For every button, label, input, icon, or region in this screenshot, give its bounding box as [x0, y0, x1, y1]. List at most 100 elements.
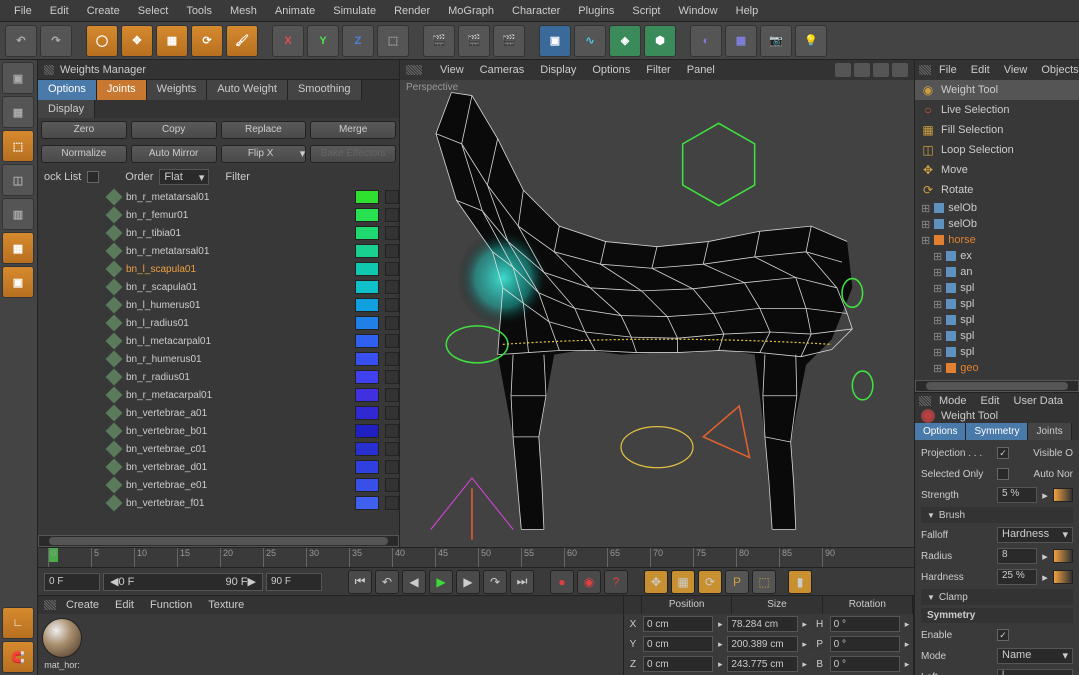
obj-menu-file[interactable]: File: [933, 62, 963, 78]
joint-lock-icon[interactable]: [385, 334, 399, 348]
joint-row[interactable]: bn_vertebrae_b01: [38, 422, 399, 440]
timeline[interactable]: 051015202530354045505560657075808590: [38, 547, 914, 567]
joint-lock-icon[interactable]: [385, 244, 399, 258]
nurbs-button[interactable]: ◈: [609, 25, 641, 57]
rotation-input[interactable]: 0 °: [830, 656, 900, 672]
viewport-canvas[interactable]: [400, 80, 914, 547]
tool-loop-selection[interactable]: ◫Loop Selection: [915, 140, 1079, 160]
attr-menu-mode[interactable]: Mode: [933, 393, 973, 409]
snap-button[interactable]: 🧲: [2, 641, 34, 673]
material-item[interactable]: mat_hor:: [42, 618, 82, 670]
move-button[interactable]: ✥: [121, 25, 153, 57]
joint-row[interactable]: bn_r_metacarpal01: [38, 386, 399, 404]
flip-x-button[interactable]: Flip X ▾: [221, 145, 307, 163]
edge-mode-button[interactable]: ◫: [2, 164, 34, 196]
joint-row[interactable]: bn_r_femur01: [38, 206, 399, 224]
goto-end-button[interactable]: ⏭: [510, 570, 534, 594]
joint-row[interactable]: bn_r_humerus01: [38, 350, 399, 368]
deformer-button[interactable]: ◐: [690, 25, 722, 57]
menu-edit[interactable]: Edit: [41, 2, 78, 20]
lock-list-check[interactable]: [87, 171, 99, 183]
size-input[interactable]: 200.389 cm: [727, 636, 797, 652]
joint-row[interactable]: bn_vertebrae_f01: [38, 494, 399, 512]
expand-icon[interactable]: ⊞: [933, 362, 942, 375]
auto-mirror-button[interactable]: Auto Mirror: [131, 145, 217, 163]
weights-tab-joints[interactable]: Joints: [97, 80, 147, 100]
menu-file[interactable]: File: [5, 2, 41, 20]
axis-x-button[interactable]: X: [272, 25, 304, 57]
joint-row[interactable]: bn_r_scapula01: [38, 278, 399, 296]
expand-icon[interactable]: ⊞: [933, 266, 942, 279]
key-param-button[interactable]: P: [725, 570, 749, 594]
vp-menu-view[interactable]: View: [432, 62, 472, 78]
workplane-button[interactable]: ▣: [2, 266, 34, 298]
object-row[interactable]: ⊞spl: [915, 328, 1079, 344]
attr-menu-edit[interactable]: Edit: [975, 393, 1006, 409]
mat-menu-texture[interactable]: Texture: [202, 597, 250, 613]
menu-tools[interactable]: Tools: [177, 2, 221, 20]
light-button[interactable]: 💡: [795, 25, 827, 57]
projection-check[interactable]: [997, 447, 1009, 459]
bake-effectors-button[interactable]: Bake Effectors: [310, 145, 396, 163]
menu-mesh[interactable]: Mesh: [221, 2, 266, 20]
falloff-select[interactable]: Hardness▾: [997, 527, 1073, 543]
clamp-section[interactable]: Clamp: [921, 589, 1073, 605]
radius-slider[interactable]: [1053, 549, 1073, 563]
expand-icon[interactable]: ⊞: [933, 298, 942, 311]
expand-icon[interactable]: ⊞: [921, 202, 930, 215]
viewport-icon-2[interactable]: [854, 63, 870, 77]
prev-key-button[interactable]: ↶: [375, 570, 399, 594]
attr-tab-joints[interactable]: Joints: [1028, 423, 1071, 440]
size-input[interactable]: 78.284 cm: [727, 616, 797, 632]
tool-fill-selection[interactable]: ▦Fill Selection: [915, 120, 1079, 140]
menu-select[interactable]: Select: [129, 2, 178, 20]
axis-y-button[interactable]: Y: [307, 25, 339, 57]
joint-row[interactable]: bn_l_radius01: [38, 314, 399, 332]
menu-mograph[interactable]: MoGraph: [439, 2, 503, 20]
menu-render[interactable]: Render: [385, 2, 439, 20]
object-row[interactable]: ⊞spl: [915, 344, 1079, 360]
object-row[interactable]: ⊞spl: [915, 280, 1079, 296]
axis-widget-button[interactable]: ∟: [2, 607, 34, 639]
menu-window[interactable]: Window: [670, 2, 727, 20]
display-tab[interactable]: Display: [38, 100, 95, 118]
brush-section[interactable]: Brush: [921, 507, 1073, 523]
joint-row[interactable]: bn_r_metatarsal01: [38, 188, 399, 206]
goto-start-button[interactable]: ⏮: [348, 570, 372, 594]
mat-menu-edit[interactable]: Edit: [109, 597, 140, 613]
joint-row[interactable]: bn_l_humerus01: [38, 296, 399, 314]
object-row[interactable]: ⊞selOb: [915, 200, 1079, 216]
menu-plugins[interactable]: Plugins: [569, 2, 623, 20]
tool-rotate[interactable]: ⟳Rotate: [915, 180, 1079, 200]
object-mode-button[interactable]: ▦: [2, 96, 34, 128]
vp-menu-filter[interactable]: Filter: [638, 62, 678, 78]
obj-menu-view[interactable]: View: [998, 62, 1034, 78]
point-mode-button[interactable]: ⬚: [2, 130, 34, 162]
strength-slider[interactable]: [1053, 488, 1073, 502]
range-slider[interactable]: ◀0 F 90 F▶: [103, 573, 263, 591]
hardness-input[interactable]: 25 %: [997, 569, 1037, 585]
menu-create[interactable]: Create: [78, 2, 129, 20]
mode-select[interactable]: Name▾: [997, 648, 1073, 664]
obj-menu-edit[interactable]: Edit: [965, 62, 996, 78]
joint-row[interactable]: bn_vertebrae_d01: [38, 458, 399, 476]
position-input[interactable]: 0 cm: [643, 616, 713, 632]
array-button[interactable]: ⬢: [644, 25, 676, 57]
vp-menu-display[interactable]: Display: [532, 62, 584, 78]
obj-menu-objects[interactable]: Objects: [1035, 62, 1079, 78]
rotate-button[interactable]: ⟳: [191, 25, 223, 57]
copy-button[interactable]: Copy: [131, 121, 217, 139]
weights-tab-options[interactable]: Options: [38, 80, 97, 100]
tool-move[interactable]: ✥Move: [915, 160, 1079, 180]
mat-menu-create[interactable]: Create: [60, 597, 105, 613]
rotation-input[interactable]: 0 °: [830, 636, 900, 652]
viewport-icon-1[interactable]: [835, 63, 851, 77]
enable-check[interactable]: [997, 629, 1009, 641]
joint-row[interactable]: bn_r_metatarsal01: [38, 242, 399, 260]
brush-button[interactable]: 🖌: [226, 25, 258, 57]
key-rot-button[interactable]: ⟳: [698, 570, 722, 594]
object-row[interactable]: ⊞spl: [915, 312, 1079, 328]
record-button[interactable]: ●: [550, 570, 574, 594]
object-row[interactable]: ⊞spl: [915, 296, 1079, 312]
expand-icon[interactable]: ⊞: [921, 234, 930, 247]
